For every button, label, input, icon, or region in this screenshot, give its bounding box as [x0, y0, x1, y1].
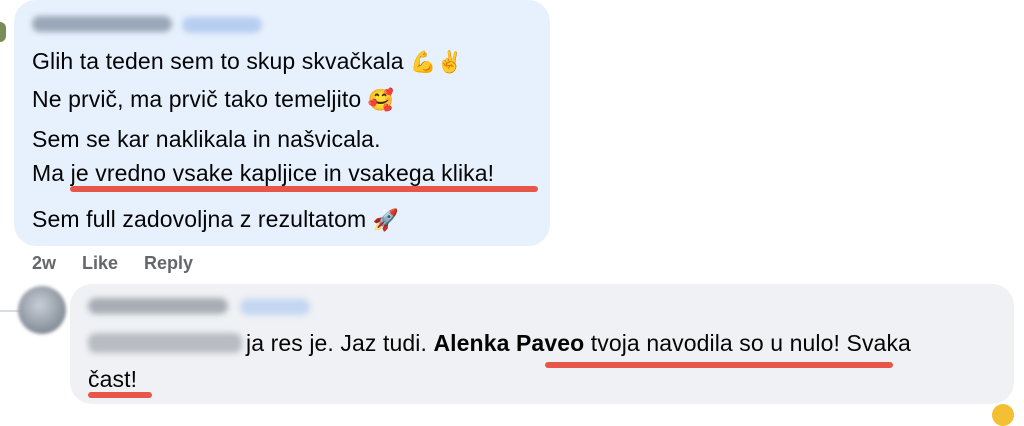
- highlight-underline: [70, 186, 538, 192]
- timestamp[interactable]: 2w: [32, 253, 56, 274]
- author-badge-redacted: [182, 17, 262, 33]
- reply-line: čast!: [88, 366, 138, 392]
- highlight-underline: [88, 392, 152, 398]
- reply-button[interactable]: Reply: [144, 253, 193, 274]
- reaction-icon[interactable]: [992, 404, 1014, 426]
- author-name-redacted[interactable]: [88, 298, 228, 314]
- flexed-biceps-icon: 💪: [410, 50, 437, 74]
- rocket-icon: 🚀: [372, 208, 400, 232]
- reply-line: ja res je. Jaz tudi. Alenka Paveo tvoja …: [246, 330, 911, 356]
- author-badge-redacted: [240, 299, 310, 315]
- author-name-redacted[interactable]: [32, 16, 172, 32]
- mention-link[interactable]: Alenka Paveo: [433, 330, 584, 356]
- thread-line: [0, 22, 6, 42]
- victory-hand-icon: ✌️: [436, 50, 463, 74]
- reply-bubble: ja res je. Jaz tudi. Alenka Paveo tvoja …: [70, 284, 1014, 404]
- like-button[interactable]: Like: [82, 253, 118, 274]
- smiling-face-with-hearts-icon: 🥰: [367, 88, 394, 112]
- highlight-underline: [545, 362, 893, 368]
- comment-line: Sem full zadovoljna z rezultatom 🚀: [32, 206, 400, 232]
- avatar[interactable]: [18, 286, 66, 334]
- comment-line: Ma je vredno vsake kapljice in vsakega k…: [32, 160, 495, 186]
- comment-line: Glih ta teden sem to skup skvačkala 💪✌️: [32, 48, 463, 74]
- comment-line: Ne prvič, ma prvič tako temeljito 🥰: [32, 86, 394, 112]
- comment-actions: 2w Like Reply: [32, 253, 193, 274]
- mention-redacted[interactable]: [88, 333, 242, 353]
- comment-line: Sem se kar naklikala in našvicala.: [32, 126, 381, 152]
- comment-bubble: Glih ta teden sem to skup skvačkala 💪✌️ …: [14, 0, 550, 246]
